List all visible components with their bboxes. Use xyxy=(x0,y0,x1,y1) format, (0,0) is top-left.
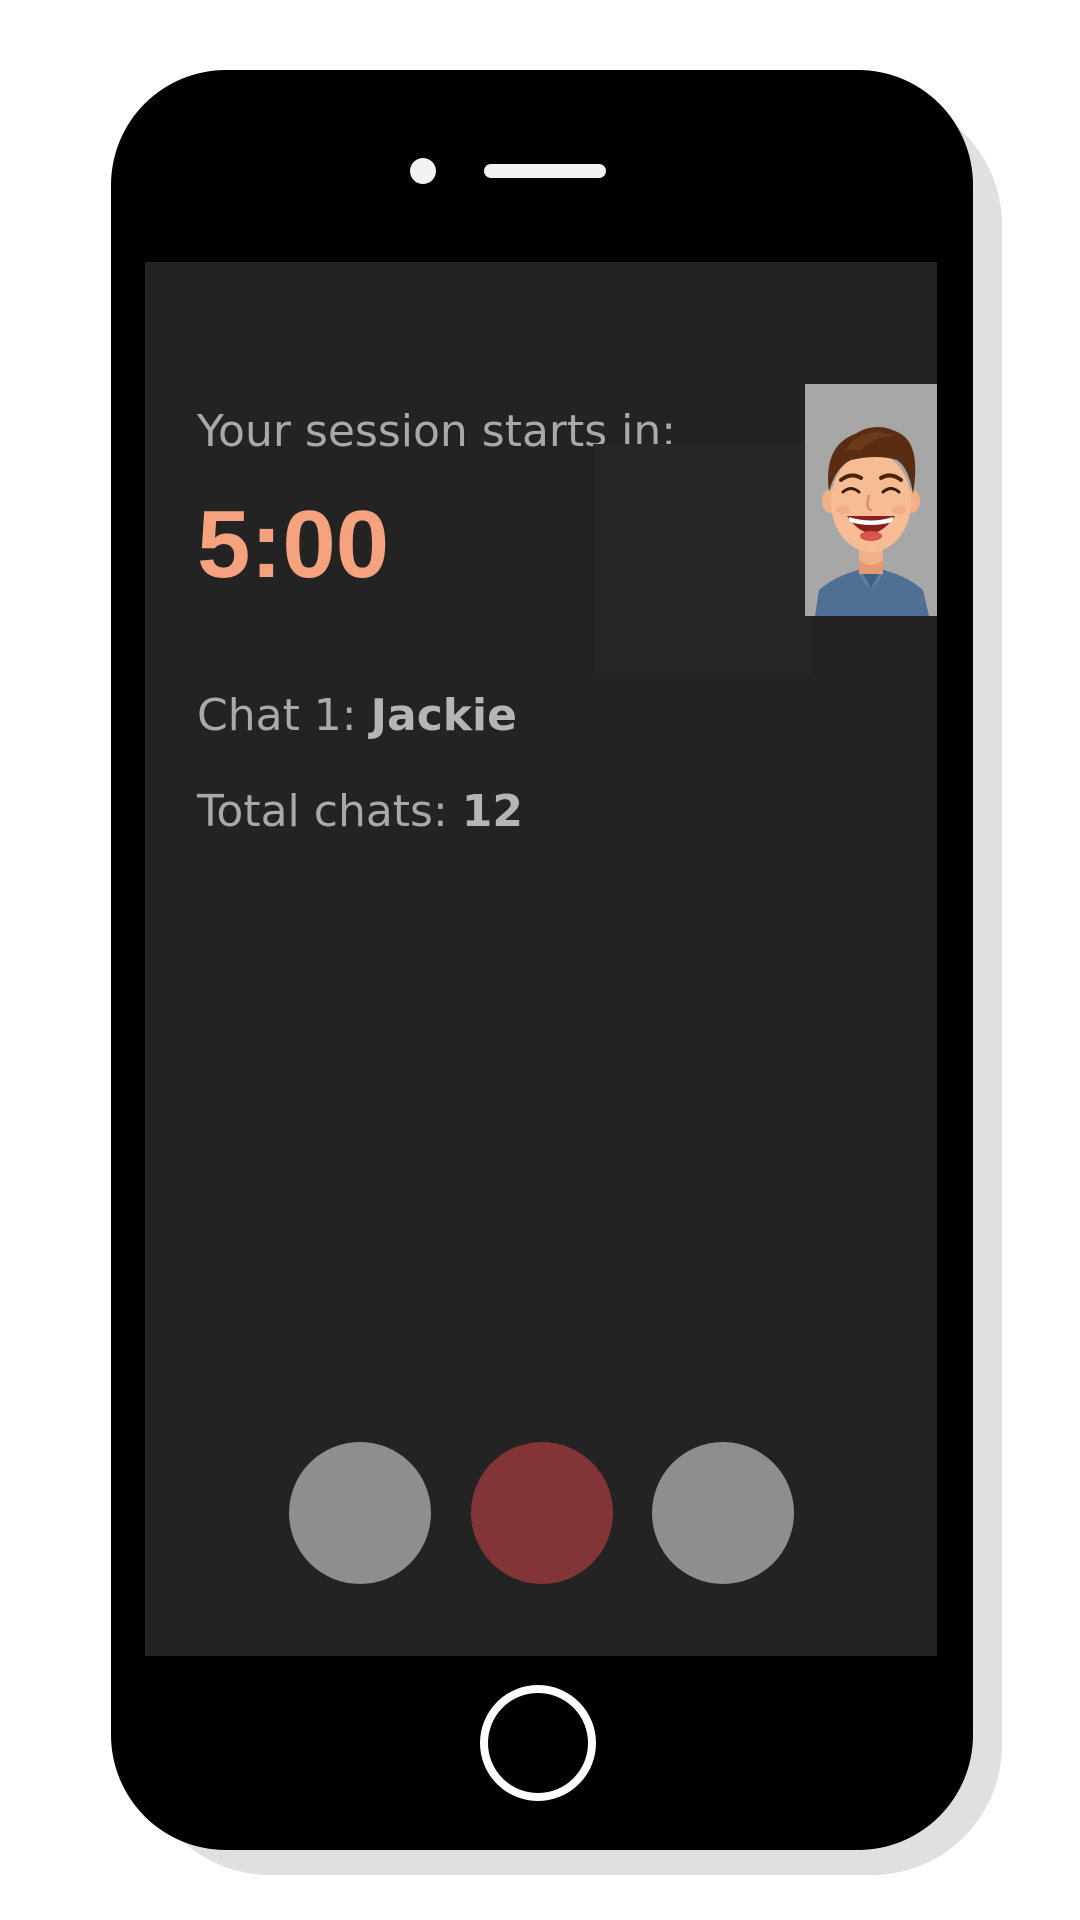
earpiece-speaker xyxy=(484,164,606,178)
total-chats-label: Total chats: xyxy=(197,786,462,837)
current-chat-line: Chat 1: Jackie xyxy=(197,690,517,741)
home-button[interactable] xyxy=(480,1685,596,1801)
chat-label: Chat 1: xyxy=(197,690,371,741)
left-control-button[interactable] xyxy=(289,1442,431,1584)
chat-partner-name: Jackie xyxy=(370,690,517,741)
self-video-placeholder xyxy=(593,444,813,674)
cartoon-man-avatar-icon xyxy=(805,384,937,616)
call-controls xyxy=(145,1442,937,1584)
total-chats-line: Total chats: 12 xyxy=(197,786,523,837)
partner-video-thumbnail[interactable] xyxy=(805,384,937,616)
device-mockup: Your session starts in: 5:00 Chat 1: Jac… xyxy=(0,0,1080,1920)
countdown-timer: 5:00 xyxy=(197,491,390,598)
phone-screen: Your session starts in: 5:00 Chat 1: Jac… xyxy=(145,262,937,1656)
total-chats-count: 12 xyxy=(461,786,524,837)
front-camera-icon xyxy=(410,158,436,184)
right-control-button[interactable] xyxy=(652,1442,794,1584)
end-session-button[interactable] xyxy=(471,1442,613,1584)
